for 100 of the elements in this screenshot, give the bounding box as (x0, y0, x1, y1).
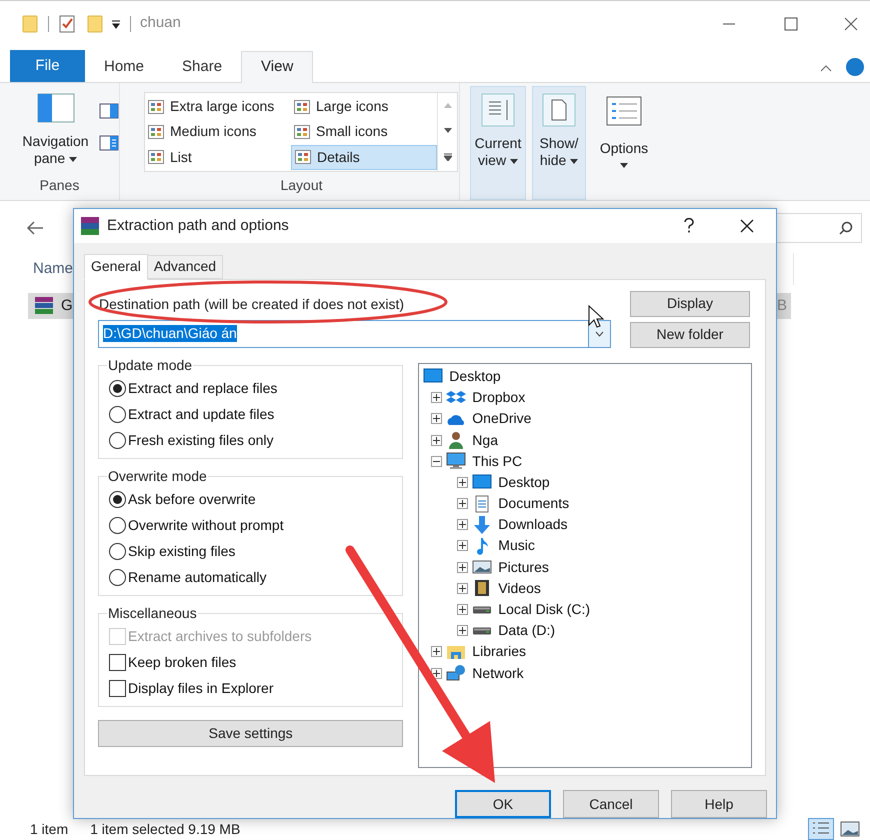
help-icon[interactable] (684, 218, 694, 234)
radio-button[interactable] (109, 569, 126, 586)
radio-button[interactable] (109, 432, 126, 450)
radio-button[interactable] (109, 406, 126, 424)
current-view-button[interactable]: Current view (470, 86, 526, 200)
layout-option[interactable]: Medium icons (145, 119, 291, 145)
tree-item[interactable]: This PC (472, 450, 522, 472)
file-tab[interactable]: File (10, 50, 85, 82)
save-settings-button[interactable]: Save settings (98, 720, 404, 747)
pane-layout-icon (36, 93, 76, 123)
expand-toggle[interactable] (431, 668, 442, 679)
expand-toggle[interactable] (457, 476, 468, 488)
view-icon (148, 100, 164, 114)
radio-option[interactable]: Fresh existing files only (109, 428, 392, 454)
path-value: D:\GD\chuan\Giáo án (103, 325, 237, 342)
dialog-tab[interactable]: Advanced (148, 254, 224, 279)
navigation-pane-button[interactable]: Navigation pane (20, 93, 91, 175)
checkbox[interactable] (109, 654, 126, 672)
expand-toggle[interactable] (457, 582, 468, 594)
dropdown-icon[interactable] (111, 18, 121, 28)
collapse-ribbon-icon[interactable] (820, 64, 832, 72)
layout-option[interactable]: Small icons (291, 119, 437, 145)
radio-option[interactable]: Skip existing files (109, 538, 392, 565)
expand-toggle[interactable] (431, 434, 442, 446)
caret-icon (69, 156, 78, 162)
group-label: Miscellaneous (107, 604, 198, 623)
large-icons-view-icon[interactable] (840, 821, 860, 837)
show-hide-button[interactable]: Show/ hide (532, 86, 586, 200)
tree-item[interactable]: Local Disk (C:) (498, 599, 590, 620)
checkbox[interactable] (109, 680, 126, 698)
expand-toggle[interactable] (457, 604, 468, 616)
radio-option[interactable]: Extract and update files (109, 402, 392, 428)
side-button[interactable]: Display (630, 290, 750, 317)
list-icon (481, 93, 515, 127)
window-title: chuan (140, 13, 181, 34)
tree-item[interactable]: Nga (472, 430, 498, 451)
tree-item[interactable]: Libraries (472, 641, 526, 662)
dialog-button[interactable]: OK (455, 790, 551, 818)
radio-button[interactable] (109, 380, 126, 398)
details-pane-icon[interactable] (99, 135, 119, 151)
radio-button[interactable] (109, 543, 126, 560)
image-icon (472, 558, 492, 576)
layout-option[interactable]: Large icons (291, 94, 437, 120)
radio-option[interactable]: Overwrite without prompt (109, 512, 392, 539)
side-button[interactable]: New folder (630, 322, 750, 348)
chevron-down-icon (595, 330, 604, 337)
drive-icon (472, 606, 492, 614)
back-arrow-icon[interactable] (26, 221, 44, 235)
archive-icon (79, 214, 101, 237)
tree-item[interactable]: Data (D:) (498, 620, 556, 642)
close-icon[interactable] (844, 16, 858, 30)
column-header[interactable]: Name (33, 258, 74, 280)
tree-item[interactable]: Pictures (498, 556, 549, 578)
tree-item[interactable]: Downloads (498, 514, 568, 536)
tree-item[interactable]: Documents (498, 493, 570, 514)
options-button[interactable]: Options (594, 86, 654, 200)
layout-option[interactable]: Details (291, 144, 437, 170)
radio-option[interactable]: Extract and replace files (109, 376, 392, 402)
dialog-tab[interactable]: General (84, 254, 148, 280)
expand-toggle[interactable] (457, 498, 468, 510)
checkbox-option[interactable]: Display files in Explorer (109, 676, 392, 702)
view-icon (294, 124, 310, 139)
dropdown-button[interactable] (588, 320, 610, 347)
tree-item[interactable]: OneDrive (472, 408, 532, 430)
expand-toggle[interactable] (457, 562, 468, 573)
tree-item[interactable]: Desktop (449, 366, 501, 387)
radio-option[interactable]: Rename automatically (109, 564, 392, 591)
ribbon-tab[interactable]: View (241, 51, 314, 83)
expand-toggle[interactable] (457, 519, 468, 530)
tree-item[interactable]: Network (472, 662, 524, 684)
dialog-button[interactable]: Cancel (563, 790, 659, 818)
tree-item[interactable]: Videos (498, 578, 541, 599)
layout-option[interactable]: Extra large icons (145, 94, 291, 120)
expand-toggle[interactable] (457, 540, 468, 552)
tree-item[interactable]: Dropbox (472, 387, 526, 408)
properties-icon[interactable] (59, 14, 75, 32)
path-combobox[interactable]: D:\GD\chuan\Giáo án (98, 320, 611, 348)
radio-option[interactable]: Ask before overwrite (109, 486, 392, 513)
tree-item[interactable]: Desktop (498, 472, 550, 493)
expand-toggle[interactable] (431, 646, 442, 658)
ribbon-tab[interactable]: Share (163, 51, 242, 83)
preview-pane-icon[interactable] (99, 103, 119, 119)
radio-button[interactable] (109, 491, 126, 508)
maximize-icon[interactable] (784, 16, 798, 30)
radio-button[interactable] (109, 517, 126, 534)
collapse-toggle[interactable] (431, 456, 442, 467)
dialog-button[interactable]: Help (671, 790, 767, 818)
expand-toggle[interactable] (431, 413, 442, 424)
field-label: Destination path (will be created if does not exist) (99, 294, 406, 314)
ribbon-tab[interactable]: Home (85, 51, 164, 83)
expand-gallery-icon[interactable] (444, 153, 452, 161)
tree-item[interactable]: Music (498, 535, 535, 556)
layout-option[interactable]: List (145, 144, 291, 170)
archive-icon (33, 296, 55, 316)
expand-toggle[interactable] (431, 392, 442, 404)
checkbox-option[interactable]: Keep broken files (109, 650, 392, 676)
expand-toggle[interactable] (457, 625, 468, 636)
details-view-icon[interactable] (808, 818, 834, 840)
close-icon[interactable] (740, 218, 754, 233)
scroll-down-icon[interactable] (444, 128, 452, 133)
